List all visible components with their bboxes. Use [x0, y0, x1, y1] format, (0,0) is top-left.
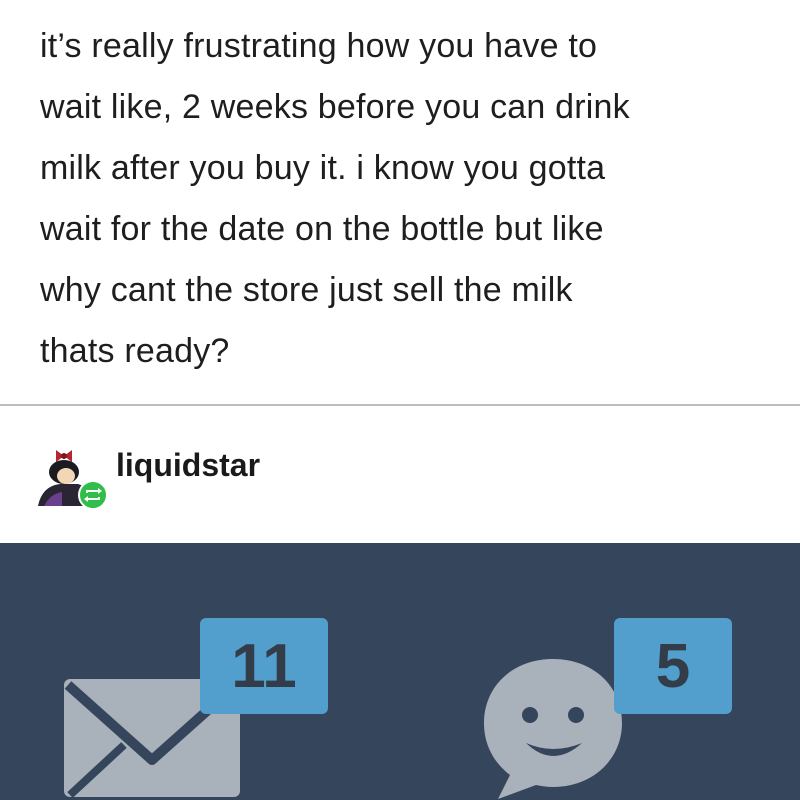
post-line: wait like, 2 weeks before you can drink	[40, 88, 630, 126]
post-line: it’s really frustrating how you have to	[40, 27, 598, 65]
reblog-icon	[78, 480, 108, 510]
post-line: wait for the date on the bottle but like	[40, 210, 604, 248]
chat-count-badge[interactable]: 5	[614, 618, 732, 714]
post-line: milk after you buy it. i know you gotta	[40, 149, 606, 187]
dashboard-bar: 11 5	[0, 543, 800, 800]
post-line: thats ready?	[40, 332, 230, 370]
post-body: it’s really frustrating how you have to …	[40, 16, 780, 382]
mail-count-badge[interactable]: 11	[200, 618, 328, 714]
chat-bubble-icon[interactable]	[478, 651, 628, 800]
user-avatar[interactable]	[34, 438, 112, 512]
reblog-username[interactable]: liquidstar	[116, 447, 260, 484]
reblog-row: liquidstar	[34, 438, 260, 512]
post-divider	[0, 404, 800, 406]
screenshot: it’s really frustrating how you have to …	[0, 0, 800, 800]
post-line: why cant the store just sell the milk	[40, 271, 573, 309]
